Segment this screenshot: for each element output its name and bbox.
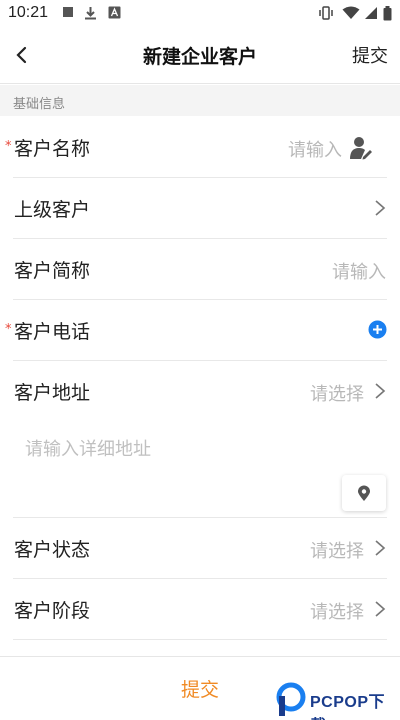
customer-name-input[interactable]: 请输入: [288, 136, 342, 162]
section-header: 基础信息: [0, 85, 400, 116]
customer-name-label: 客户名称: [14, 138, 91, 160]
address-detail-input[interactable]: 请输入详细地址: [25, 435, 151, 461]
add-circle-icon[interactable]: [368, 320, 387, 339]
parent-customer-row[interactable]: 上级客户: [0, 178, 400, 239]
watermark-logo: PCPOP下载: [272, 680, 400, 720]
location-pin-icon: [358, 485, 370, 501]
signal-icon: [365, 7, 377, 19]
chevron-right-icon: [375, 383, 386, 399]
customer-address-select[interactable]: 请选择: [310, 380, 364, 406]
page-title: 新建企业客户: [142, 46, 257, 68]
text-a-icon: [108, 6, 121, 19]
pcpop-logo-icon: [276, 682, 306, 716]
chevron-right-icon: [375, 540, 386, 556]
short-name-row[interactable]: 客户简称 请输入: [0, 239, 400, 300]
customer-status-label: 客户状态: [14, 539, 91, 561]
customer-address-label: 客户地址: [14, 382, 91, 404]
nav-bar: 新建企业客户 提交: [0, 28, 400, 84]
battery-icon: [383, 6, 392, 21]
customer-address-row[interactable]: 客户地址 请选择: [0, 361, 400, 422]
status-time: 10:21: [8, 4, 49, 21]
required-mark: *: [5, 322, 12, 337]
parent-customer-label: 上级客户: [14, 199, 91, 221]
customer-status-select[interactable]: 请选择: [310, 537, 364, 563]
chevron-right-icon: [375, 601, 386, 617]
customer-stage-row[interactable]: 客户阶段 请选择: [0, 579, 400, 640]
short-name-input[interactable]: 请输入: [332, 258, 386, 284]
chevron-right-icon: [375, 200, 386, 216]
customer-stage-label: 客户阶段: [14, 600, 91, 622]
location-button[interactable]: [342, 475, 386, 511]
required-mark: *: [5, 139, 12, 154]
status-bar: 10:21: [0, 0, 400, 28]
customer-name-row[interactable]: * 客户名称 请输入: [0, 117, 400, 178]
download-icon: [85, 7, 96, 20]
section-title: 基础信息: [13, 97, 66, 112]
vibrate-icon: [319, 6, 333, 20]
watermark-text: PCPOP下载: [310, 694, 386, 720]
address-detail-area[interactable]: 请输入详细地址: [0, 420, 400, 518]
customer-phone-label: 客户电话: [14, 321, 91, 343]
customer-phone-row[interactable]: * 客户电话: [0, 300, 400, 361]
short-name-label: 客户简称: [14, 260, 91, 282]
contact-pick-icon[interactable]: [348, 135, 374, 161]
customer-stage-select[interactable]: 请选择: [310, 598, 364, 624]
wifi-icon: [342, 6, 360, 19]
header-submit-button[interactable]: 提交: [352, 42, 388, 68]
customer-status-row[interactable]: 客户状态 请选择: [0, 518, 400, 579]
stop-square-icon: [63, 7, 73, 17]
